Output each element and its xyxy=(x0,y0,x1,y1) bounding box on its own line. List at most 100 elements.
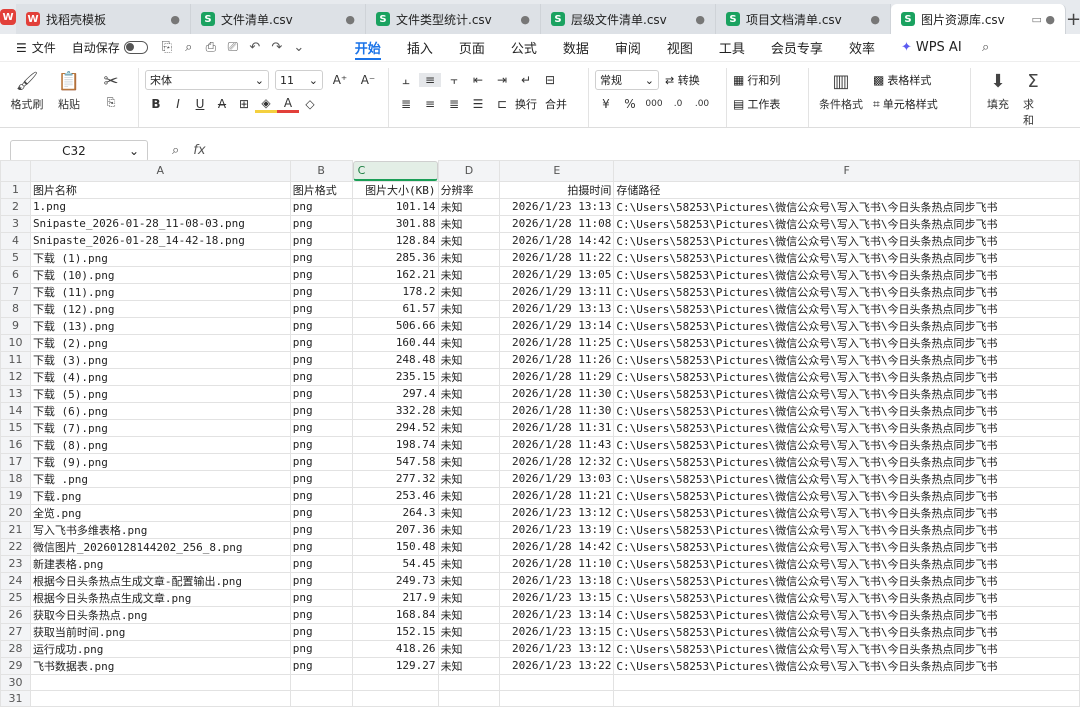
cell[interactable]: 未知 xyxy=(437,367,501,386)
sheet-table[interactable]: ABCDEF 1 图片名称 图片格式 图片大小(KB) 分辨率 拍摄时间 存储路径 2 1.pn… xyxy=(0,160,1080,707)
row-header[interactable]: 21 xyxy=(0,520,31,539)
cell[interactable] xyxy=(613,673,1080,691)
cell[interactable]: 未知 xyxy=(437,520,501,539)
cell[interactable]: 2026/1/28 11:08 xyxy=(499,214,615,233)
cell[interactable]: 101.14 xyxy=(351,197,439,216)
cell[interactable]: C:\Users\58253\Pictures\微信公众号\写入飞书\今日头条热… xyxy=(613,571,1080,590)
cell[interactable]: 2026/1/23 13:22 xyxy=(499,656,615,675)
cell[interactable]: C:\Users\58253\Pictures\微信公众号\写入飞书\今日头条热… xyxy=(613,452,1080,471)
cell[interactable]: 2026/1/29 13:14 xyxy=(499,316,615,335)
cell[interactable]: 未知 xyxy=(437,401,501,420)
cell[interactable]: 178.2 xyxy=(351,282,439,301)
cell[interactable] xyxy=(351,689,439,707)
cell[interactable]: 2026/1/28 11:22 xyxy=(499,248,615,267)
cell[interactable]: png xyxy=(289,639,353,658)
font-color-icon[interactable]: A xyxy=(277,96,299,113)
distribute-icon[interactable]: ⊏ xyxy=(491,97,513,111)
cell[interactable]: png xyxy=(289,452,353,471)
cell[interactable]: png xyxy=(289,588,353,607)
cell[interactable]: 162.21 xyxy=(351,265,439,284)
cell[interactable]: Snipaste_2026-01-28_14-42-18.png xyxy=(29,231,291,250)
column-header[interactable]: F xyxy=(613,160,1080,182)
cell[interactable]: 未知 xyxy=(437,537,501,556)
close-icon[interactable]: ● xyxy=(520,13,530,26)
cell[interactable]: C:\Users\58253\Pictures\微信公众号\写入飞书\今日头条热… xyxy=(613,384,1080,403)
cell[interactable]: 2026/1/28 12:32 xyxy=(499,452,615,471)
cell[interactable]: 图片格式 xyxy=(289,180,353,199)
cell[interactable]: png xyxy=(289,605,353,624)
chevron-down-icon[interactable]: ⌄ xyxy=(288,40,310,55)
cell[interactable]: 未知 xyxy=(437,622,501,641)
cell[interactable]: png xyxy=(289,367,353,386)
indent-increase-icon[interactable]: ⇥ xyxy=(491,73,513,87)
cell[interactable]: 未知 xyxy=(437,656,501,675)
cell[interactable]: 图片大小(KB) xyxy=(351,180,439,199)
cell[interactable]: 写入飞书多维表格.png xyxy=(29,520,291,539)
search-doc-icon[interactable]: ⌕ xyxy=(178,40,200,55)
cell[interactable]: 2026/1/28 11:10 xyxy=(499,554,615,573)
new-tab-button[interactable]: + xyxy=(1066,4,1080,34)
cell[interactable]: 下载 (1).png xyxy=(29,248,291,267)
cell[interactable]: 198.74 xyxy=(351,435,439,454)
close-icon[interactable]: ● xyxy=(345,13,355,26)
percent-icon[interactable]: % xyxy=(619,97,641,111)
cell[interactable]: 未知 xyxy=(437,418,501,437)
search-icon[interactable]: ⌕ xyxy=(975,40,997,55)
cell[interactable]: 1.png xyxy=(29,197,291,216)
print-preview-icon[interactable]: ⎚ xyxy=(222,40,244,55)
cell[interactable]: 下载 (5).png xyxy=(29,384,291,403)
cell[interactable]: C:\Users\58253\Pictures\微信公众号\写入飞书\今日头条热… xyxy=(613,622,1080,641)
cell[interactable]: 未知 xyxy=(437,554,501,573)
cell[interactable]: C:\Users\58253\Pictures\微信公众号\写入飞书\今日头条热… xyxy=(613,656,1080,675)
cell[interactable] xyxy=(437,673,501,691)
cell[interactable]: 2026/1/29 13:13 xyxy=(499,299,615,318)
cell[interactable]: C:\Users\58253\Pictures\微信公众号\写入飞书\今日头条热… xyxy=(613,316,1080,335)
merge-label[interactable]: 合并 xyxy=(545,96,567,112)
row-header[interactable]: 6 xyxy=(0,265,31,284)
increase-font-icon[interactable]: A⁺ xyxy=(329,73,351,87)
align-right-icon[interactable]: ≣ xyxy=(443,97,465,111)
cell[interactable]: 未知 xyxy=(437,214,501,233)
ribbon-tab[interactable]: 视图 xyxy=(654,34,706,62)
cell[interactable]: 未知 xyxy=(437,503,501,522)
ribbon-tab[interactable]: 数据 xyxy=(550,34,602,62)
cell[interactable]: 未知 xyxy=(437,265,501,284)
clear-format-icon[interactable]: ◇ xyxy=(299,97,321,111)
file-menu[interactable]: ☰ 文件 xyxy=(8,34,64,62)
cell[interactable] xyxy=(289,673,353,691)
cell[interactable] xyxy=(29,673,291,691)
cell[interactable]: C:\Users\58253\Pictures\微信公众号\写入飞书\今日头条热… xyxy=(613,503,1080,522)
cell[interactable]: 未知 xyxy=(437,435,501,454)
cell[interactable]: 下载.png xyxy=(29,486,291,505)
cell[interactable]: C:\Users\58253\Pictures\微信公众号\写入飞书\今日头条热… xyxy=(613,299,1080,318)
row-header[interactable]: 13 xyxy=(0,384,31,403)
cell[interactable]: 飞书数据表.png xyxy=(29,656,291,675)
row-header[interactable]: 27 xyxy=(0,622,31,641)
close-icon[interactable]: ▭ ● xyxy=(1032,13,1056,26)
row-header[interactable]: 10 xyxy=(0,333,31,352)
cell[interactable]: png xyxy=(289,333,353,352)
cell[interactable]: 207.36 xyxy=(351,520,439,539)
cell[interactable]: 未知 xyxy=(437,588,501,607)
cell[interactable]: C:\Users\58253\Pictures\微信公众号\写入飞书\今日头条热… xyxy=(613,486,1080,505)
bold-icon[interactable]: B xyxy=(145,97,167,111)
cell[interactable]: 下载 (13).png xyxy=(29,316,291,335)
cell[interactable]: 168.84 xyxy=(351,605,439,624)
close-icon[interactable]: ● xyxy=(870,13,880,26)
row-header[interactable]: 12 xyxy=(0,367,31,386)
ribbon-tab[interactable]: 效率 xyxy=(836,34,888,62)
cell[interactable]: png xyxy=(289,350,353,369)
cell[interactable]: C:\Users\58253\Pictures\微信公众号\写入飞书\今日头条热… xyxy=(613,554,1080,573)
row-header[interactable]: 26 xyxy=(0,605,31,624)
name-box[interactable]: C32 ⌄ xyxy=(10,139,148,162)
cell[interactable] xyxy=(613,689,1080,707)
align-left-icon[interactable]: ≣ xyxy=(395,97,417,111)
cell[interactable]: 下载 (9).png xyxy=(29,452,291,471)
cell[interactable]: C:\Users\58253\Pictures\微信公众号\写入飞书\今日头条热… xyxy=(613,248,1080,267)
indent-decrease-icon[interactable]: ⇤ xyxy=(467,73,489,87)
cell[interactable]: 未知 xyxy=(437,197,501,216)
cell[interactable]: 2026/1/23 13:15 xyxy=(499,622,615,641)
cell[interactable]: C:\Users\58253\Pictures\微信公众号\写入飞书\今日头条热… xyxy=(613,639,1080,658)
thousands-icon[interactable]: 000 xyxy=(643,99,665,109)
column-header[interactable]: D xyxy=(437,160,501,182)
